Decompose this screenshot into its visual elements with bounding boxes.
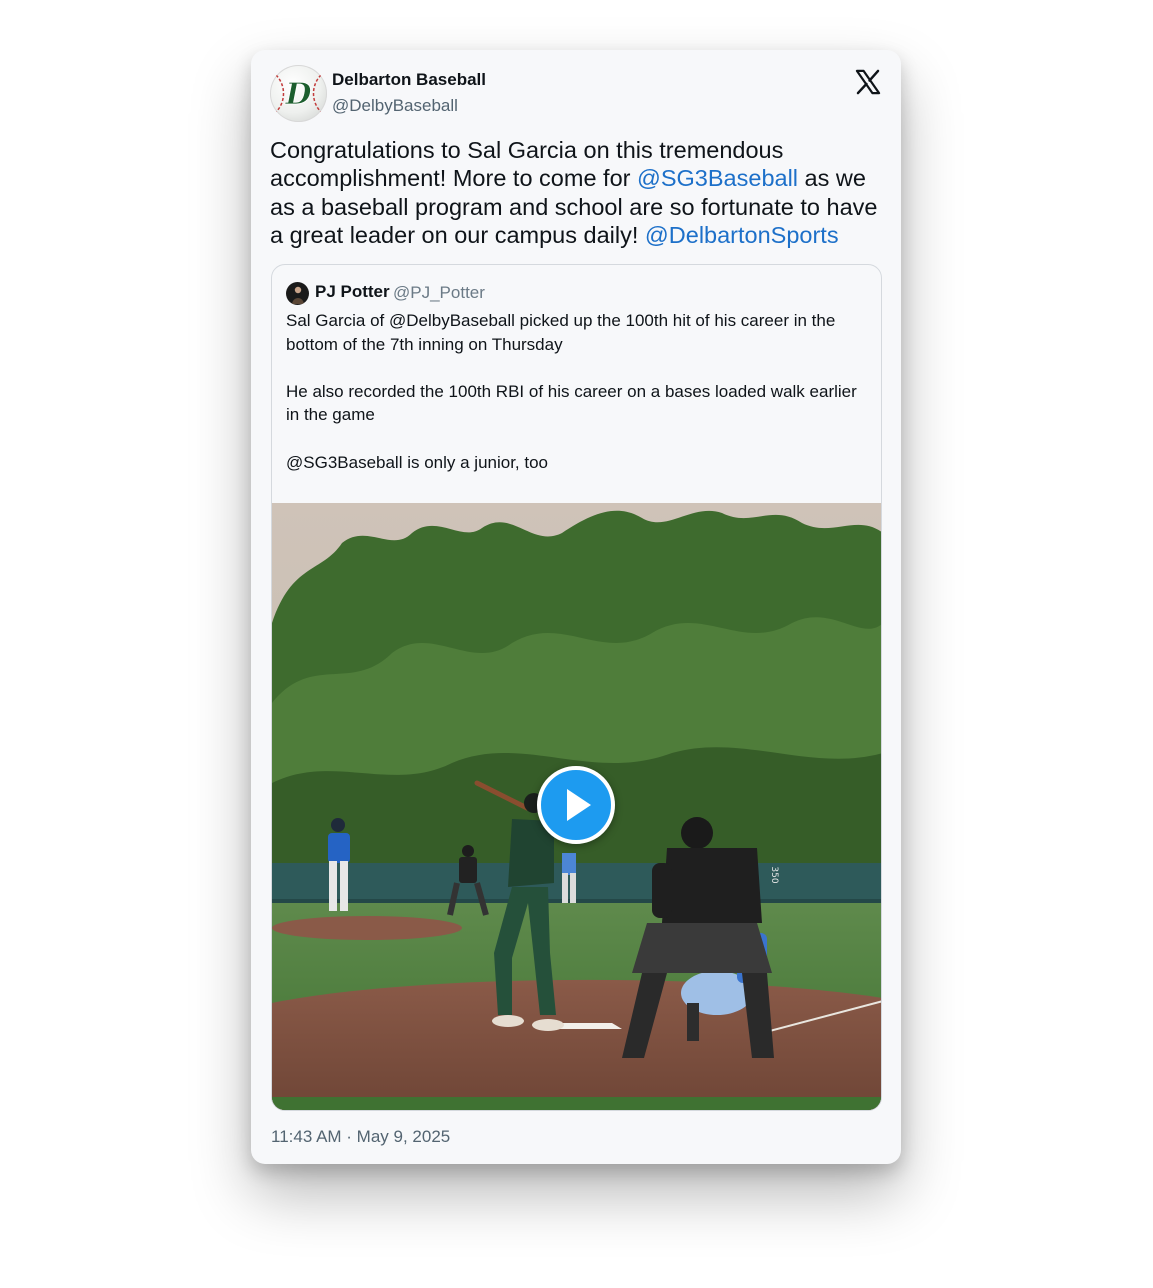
- quoted-paragraph: He also recorded the 100th RBI of his ca…: [286, 381, 857, 425]
- author-avatar[interactable]: D: [270, 65, 327, 122]
- author-handle[interactable]: @DelbyBaseball: [332, 96, 458, 116]
- quoted-author-avatar[interactable]: [286, 282, 309, 305]
- mention-link-delbartonsports[interactable]: @DelbartonSports: [645, 222, 839, 248]
- outfield-distance-sign: 350: [769, 866, 779, 883]
- play-icon: [567, 789, 591, 821]
- video-thumbnail[interactable]: 350: [272, 503, 881, 1110]
- quoted-tweet[interactable]: PJ Potter @PJ_Potter Sal Garcia of @Delb…: [271, 264, 882, 1111]
- baseball-logo-icon: D: [275, 74, 322, 113]
- quoted-paragraph: Sal Garcia of @DelbyBaseball picked up t…: [286, 311, 836, 354]
- quoted-paragraph: @SG3Baseball is only a junior, too: [286, 452, 549, 472]
- tweet-text: Congratulations to Sal Garcia on this tr…: [270, 136, 890, 249]
- quoted-author-handle[interactable]: @PJ_Potter: [393, 283, 485, 303]
- author-name[interactable]: Delbarton Baseball: [332, 70, 486, 90]
- tweet-card: D Delbarton Baseball @DelbyBaseball Cong…: [251, 50, 901, 1164]
- x-logo-icon[interactable]: [854, 68, 882, 96]
- avatar-logo-letter: D: [284, 77, 311, 112]
- tweet-timestamp[interactable]: 11:43 AM · May 9, 2025: [271, 1127, 450, 1147]
- play-video-button[interactable]: [537, 766, 615, 844]
- quoted-tweet-text: Sal Garcia of @DelbyBaseball picked up t…: [286, 309, 871, 498]
- mention-link-sg3baseball[interactable]: @SG3Baseball: [637, 165, 798, 191]
- quoted-author-name[interactable]: PJ Potter: [315, 282, 390, 302]
